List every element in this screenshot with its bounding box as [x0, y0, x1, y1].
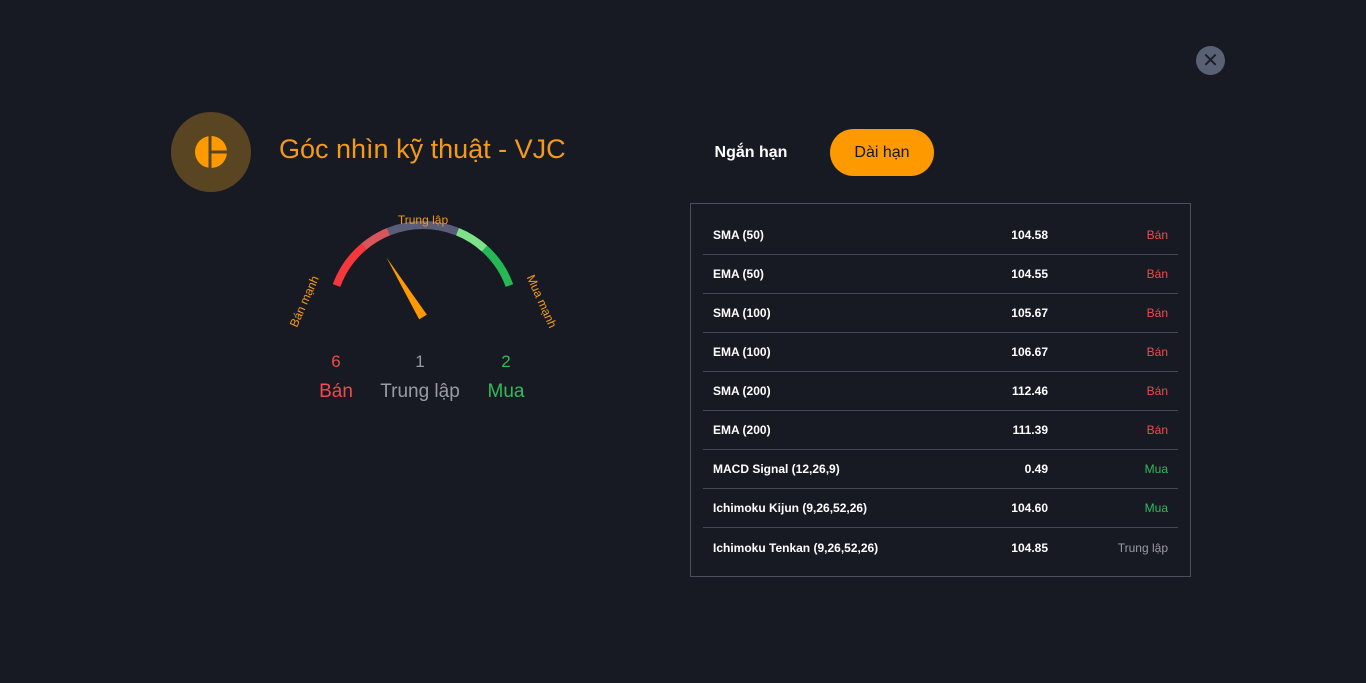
close-icon: ✕	[1202, 49, 1219, 72]
tab-short-term[interactable]: Ngắn hạn	[700, 129, 802, 176]
table-row: Ichimoku Kijun (9,26,52,26) 104.60 Mua	[703, 489, 1178, 528]
table-row: MACD Signal (12,26,9) 0.49 Mua	[703, 450, 1178, 489]
indicator-table: SMA (50) 104.58 Bán EMA (50) 104.55 Bán …	[690, 203, 1191, 577]
indicator-value: 112.46	[1011, 384, 1048, 398]
indicator-value: 0.49	[1024, 462, 1048, 476]
summary-buy: 2 Mua	[451, 352, 561, 403]
indicator-name: EMA (50)	[713, 267, 764, 281]
table-row: EMA (50) 104.55 Bán	[703, 255, 1178, 294]
gauge-label-strong-buy: Mua mạnh	[524, 273, 560, 330]
logo-badge	[171, 112, 251, 192]
gauge-label-neutral: Trung lập	[398, 213, 449, 227]
tab-long-term[interactable]: Dài hạn	[830, 129, 934, 176]
indicator-signal: Mua	[1144, 501, 1168, 515]
table-row: SMA (200) 112.46 Bán	[703, 372, 1178, 411]
indicator-signal: Bán	[1146, 345, 1168, 359]
table-row: EMA (100) 106.67 Bán	[703, 333, 1178, 372]
table-row: SMA (50) 104.58 Bán	[703, 216, 1178, 255]
indicator-name: Ichimoku Kijun (9,26,52,26)	[713, 501, 868, 515]
table-row: EMA (200) 111.39 Bán	[703, 411, 1178, 450]
gauge-segment-strong-buy	[481, 245, 514, 288]
indicator-name: SMA (50)	[713, 228, 764, 242]
indicator-name: EMA (100)	[713, 345, 771, 359]
buy-label: Mua	[487, 381, 525, 402]
table-row: SMA (100) 105.67 Bán	[703, 294, 1178, 333]
indicator-value: 105.67	[1011, 306, 1048, 320]
close-button[interactable]: ✕	[1196, 46, 1225, 75]
table-row: Ichimoku Tenkan (9,26,52,26) 104.85 Trun…	[703, 528, 1178, 567]
indicator-value: 104.58	[1011, 228, 1048, 242]
buy-count: 2	[501, 352, 511, 371]
signal-summary: 6 Bán 1 Trung lập 2 Mua	[290, 352, 550, 412]
indicator-signal: Bán	[1146, 228, 1168, 242]
indicator-signal: Bán	[1146, 267, 1168, 281]
indicator-name: EMA (200)	[713, 423, 771, 437]
indicator-signal: Bán	[1146, 306, 1168, 320]
indicator-value: 104.55	[1011, 267, 1048, 281]
gauge-label-strong-sell: Bán mạnh	[287, 274, 322, 330]
gauge-segment-sell	[361, 227, 391, 250]
indicator-name: Ichimoku Tenkan (9,26,52,26)	[713, 540, 879, 555]
indicator-name: MACD Signal (12,26,9)	[713, 462, 840, 476]
indicator-signal: Trung lập	[1117, 540, 1168, 555]
indicator-signal: Bán	[1146, 384, 1168, 398]
indicator-value: 111.39	[1012, 423, 1048, 437]
page-title: Góc nhìn kỹ thuật - VJC	[279, 134, 566, 164]
gauge-segment-buy	[455, 227, 488, 252]
indicator-signal: Mua	[1144, 462, 1168, 476]
indicator-value: 104.85	[1011, 540, 1048, 555]
gauge-segment-strong-sell	[332, 243, 367, 287]
indicator-name: SMA (200)	[713, 384, 771, 398]
pie-chart-icon	[195, 136, 227, 168]
sentiment-gauge: Trung lập Bán mạnh Mua mạnh	[287, 213, 560, 330]
term-tabs: Ngắn hạn Dài hạn	[700, 129, 934, 176]
indicator-value: 106.67	[1011, 345, 1048, 359]
gauge-needle	[386, 257, 427, 320]
indicator-signal: Bán	[1146, 423, 1168, 437]
indicator-value: 104.60	[1011, 501, 1048, 515]
indicator-name: SMA (100)	[713, 306, 771, 320]
